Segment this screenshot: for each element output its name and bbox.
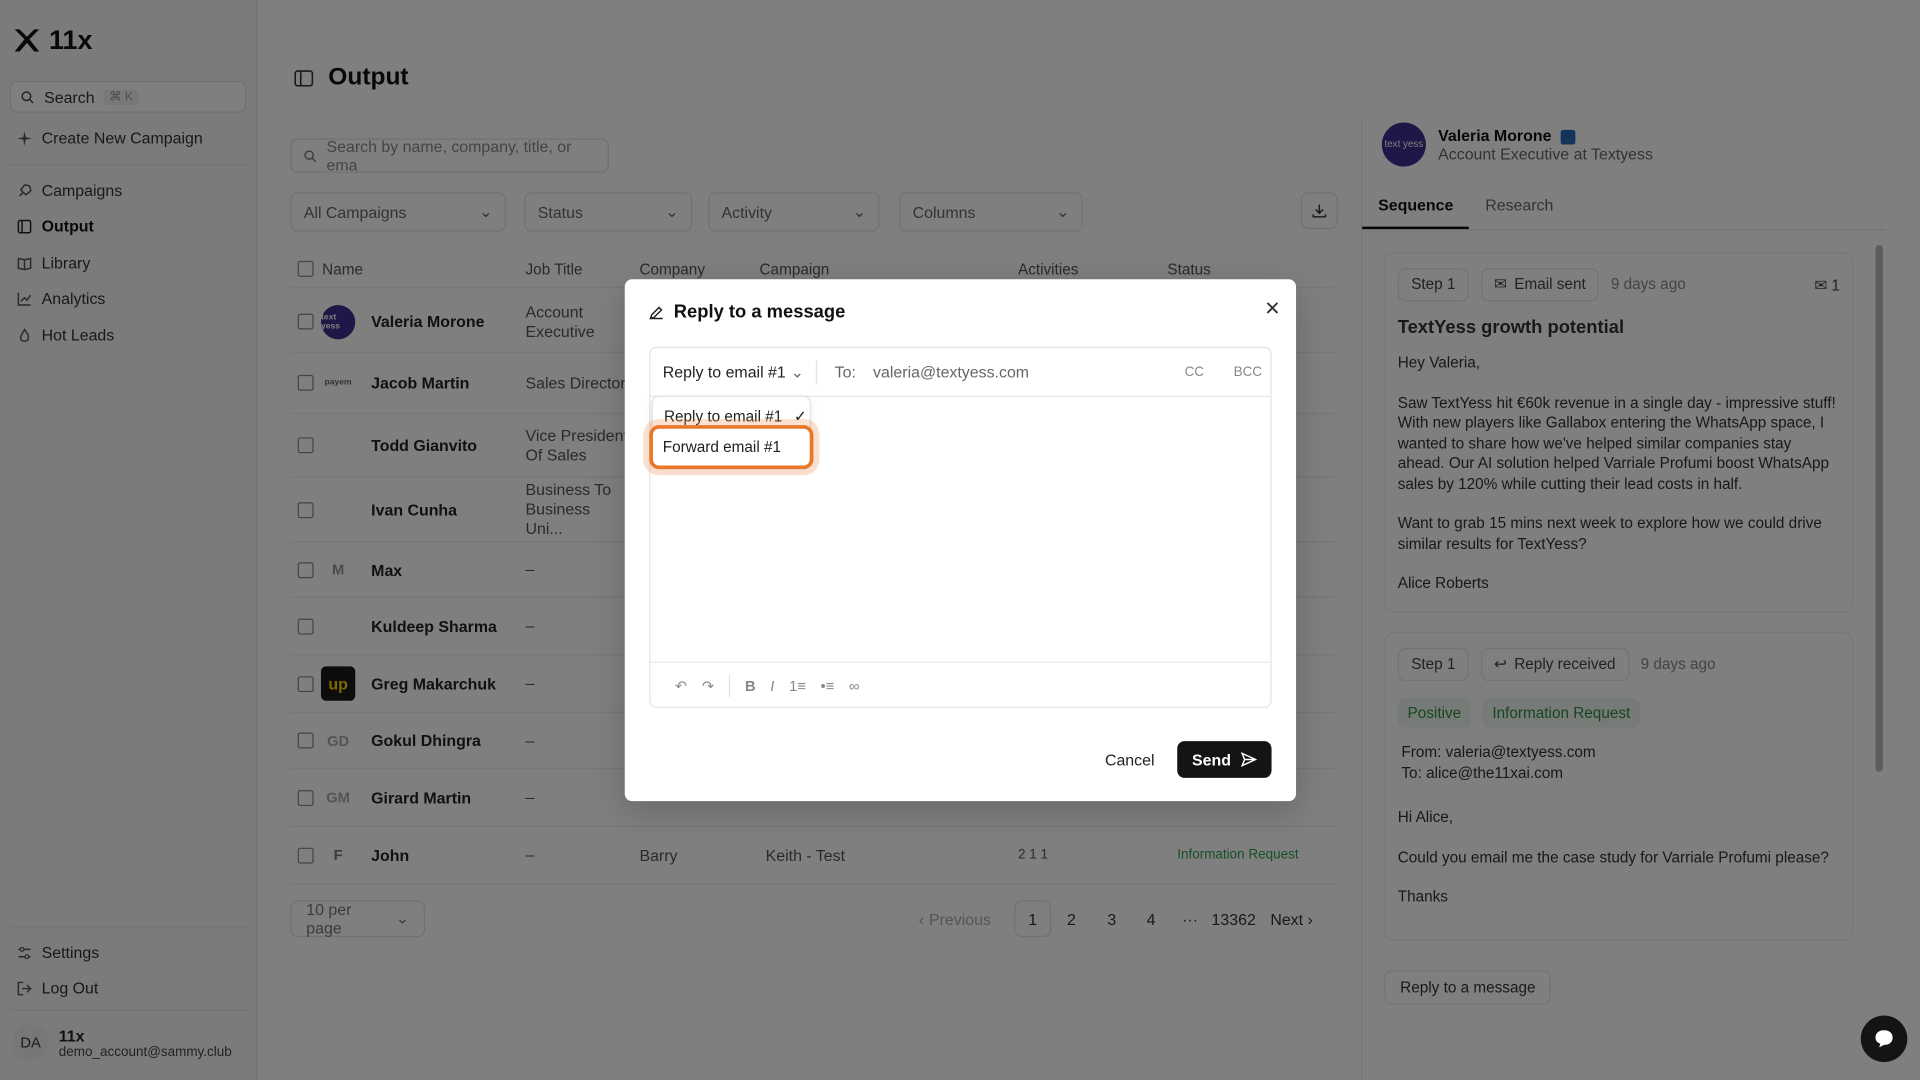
- chat-widget-button[interactable]: [1860, 1015, 1908, 1063]
- bullet-list-icon[interactable]: •≡: [821, 677, 835, 694]
- option-label: Forward email #1: [662, 438, 782, 456]
- cc-button[interactable]: CC: [1185, 365, 1204, 380]
- modal-title: Reply to a message: [649, 301, 845, 322]
- send-label: Send: [1192, 750, 1231, 769]
- reply-mode-value: Reply to email #1: [662, 362, 786, 381]
- chat-icon: [1875, 1030, 1893, 1048]
- cancel-button[interactable]: Cancel: [1105, 751, 1155, 769]
- redo-icon[interactable]: ↷: [702, 677, 714, 694]
- send-button[interactable]: Send: [1177, 741, 1272, 778]
- send-icon: [1240, 752, 1257, 767]
- italic-icon[interactable]: I: [770, 677, 774, 694]
- option-forward[interactable]: Forward email #1: [649, 425, 814, 470]
- link-icon[interactable]: ∞: [849, 677, 859, 694]
- to-field[interactable]: valeria@textyess.com: [856, 363, 1029, 381]
- editor-header: Reply to email #1 ⌄ To: valeria@textyess.…: [650, 348, 1271, 397]
- reply-modal: Reply to a message ✕ Reply to email #1 ⌄ …: [624, 279, 1297, 802]
- to-label: To:: [834, 362, 856, 381]
- bcc-button[interactable]: BCC: [1234, 365, 1262, 380]
- undo-icon[interactable]: ↶: [675, 677, 687, 694]
- toolbar-divider: [729, 674, 731, 697]
- close-icon[interactable]: ✕: [1264, 296, 1280, 321]
- editor-toolbar: ↶ ↷ B I 1≡ •≡ ∞: [650, 661, 1271, 709]
- ordered-list-icon[interactable]: 1≡: [789, 677, 806, 694]
- modal-title-text: Reply to a message: [673, 301, 846, 323]
- option-reply[interactable]: Reply to email #1 ✓: [664, 407, 807, 425]
- chevron-down-icon: ⌄: [790, 361, 805, 381]
- check-icon: ✓: [793, 407, 807, 426]
- pencil-icon: [649, 305, 663, 320]
- option-label: Reply to email #1: [663, 407, 783, 426]
- reply-mode-select[interactable]: Reply to email #1 ⌄: [650, 359, 818, 385]
- bold-icon[interactable]: B: [745, 677, 756, 694]
